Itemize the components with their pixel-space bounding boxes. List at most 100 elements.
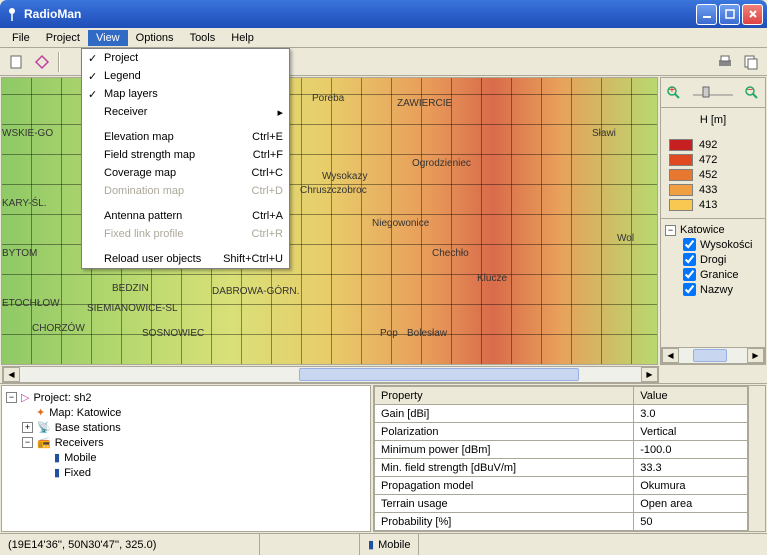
layer-checkbox[interactable] xyxy=(683,238,696,251)
layer-item[interactable]: Granice xyxy=(665,267,761,282)
scroll-right-icon[interactable]: ▶ xyxy=(641,367,658,382)
menu-view[interactable]: View xyxy=(88,30,128,46)
legend-swatch xyxy=(669,199,693,211)
property-name: Propagation model xyxy=(375,477,634,495)
dd-elevation[interactable]: Elevation mapCtrl+E xyxy=(82,128,289,146)
dd-legend[interactable]: ✓Legend xyxy=(82,67,289,85)
maximize-button[interactable] xyxy=(719,4,740,25)
check-icon: ✓ xyxy=(88,70,97,83)
prop-header-value[interactable]: Value xyxy=(634,387,748,405)
property-row[interactable]: Terrain usageOpen area xyxy=(375,495,748,513)
toolbar-print-icon[interactable] xyxy=(713,50,737,74)
title-bar: RadioMan xyxy=(0,0,767,28)
scroll-thumb[interactable] xyxy=(693,349,727,362)
property-name: Polarization xyxy=(375,423,634,441)
tree-base-stations[interactable]: + 📡 Base stations xyxy=(6,420,366,435)
antenna-icon: 📡 xyxy=(37,421,51,434)
layer-checkbox[interactable] xyxy=(683,268,696,281)
menu-project[interactable]: Project xyxy=(38,30,88,46)
dd-coverage-key: Ctrl+C xyxy=(252,167,283,179)
close-button[interactable] xyxy=(742,4,763,25)
status-receiver: ▮Mobile xyxy=(360,534,419,555)
tree-project-root[interactable]: −▷Project: sh2 xyxy=(6,390,366,405)
toolbar-new-icon[interactable] xyxy=(4,50,28,74)
tree-mobile[interactable]: ▮Mobile xyxy=(6,450,366,465)
collapse-icon[interactable]: − xyxy=(6,392,17,403)
scroll-thumb[interactable] xyxy=(299,368,578,381)
mobile-icon: ▮ xyxy=(54,451,60,464)
map-label: SIEMIANOWICE-SL xyxy=(87,303,178,314)
property-row[interactable]: PolarizationVertical xyxy=(375,423,748,441)
menu-bar: File Project View Options Tools Help xyxy=(0,28,767,48)
window-title: RadioMan xyxy=(24,7,694,21)
property-row[interactable]: Propagation modelOkumura xyxy=(375,477,748,495)
status-receiver-label: Mobile xyxy=(378,539,410,551)
project-icon: ▷ xyxy=(21,391,29,404)
dd-map-layers[interactable]: ✓Map layers xyxy=(82,85,289,103)
legend-swatch xyxy=(669,184,693,196)
map-label: ETOCHŁOW xyxy=(2,298,60,309)
property-value[interactable]: Vertical xyxy=(634,423,748,441)
property-value[interactable]: Okumura xyxy=(634,477,748,495)
tree-receivers[interactable]: −📻Receivers xyxy=(6,435,366,450)
collapse-icon[interactable]: − xyxy=(22,437,33,448)
map-label: Chruszczobroc xyxy=(300,185,367,196)
map-hscroll[interactable]: ◀ ▶ xyxy=(2,366,659,383)
property-value[interactable]: Open area xyxy=(634,495,748,513)
expand-icon[interactable]: + xyxy=(22,422,33,433)
legend-hscroll[interactable]: ◀ ▶ xyxy=(661,347,765,364)
menu-help[interactable]: Help xyxy=(223,30,262,46)
tree-basestations-label: Base stations xyxy=(55,422,121,434)
dd-coverage[interactable]: Coverage mapCtrl+C xyxy=(82,164,289,182)
map-label: ZAWIERCIE xyxy=(397,98,452,109)
property-value[interactable]: 3.0 xyxy=(634,405,748,423)
property-row[interactable]: Minimum power [dBm]-100.0 xyxy=(375,441,748,459)
layer-checkbox[interactable] xyxy=(683,283,696,296)
view-dropdown: ✓Project ✓Legend ✓Map layers Receiver▸ E… xyxy=(81,48,290,269)
property-value[interactable]: -100.0 xyxy=(634,441,748,459)
property-row[interactable]: Probability [%]50 xyxy=(375,513,748,531)
dd-separator xyxy=(84,124,287,125)
menu-file[interactable]: File xyxy=(4,30,38,46)
prop-vscroll[interactable] xyxy=(748,386,765,531)
zoom-in-icon[interactable]: + xyxy=(666,85,682,101)
dd-antenna-key: Ctrl+A xyxy=(252,210,283,222)
property-value[interactable]: 50 xyxy=(634,513,748,531)
tree-fixed[interactable]: ▮Fixed xyxy=(6,465,366,480)
menu-options[interactable]: Options xyxy=(128,30,182,46)
zoom-out-icon[interactable]: − xyxy=(744,85,760,101)
zoom-slider[interactable] xyxy=(693,83,733,102)
dd-maplayers-label: Map layers xyxy=(104,88,158,100)
toolbar-copy-icon[interactable] xyxy=(739,50,763,74)
dd-antenna[interactable]: Antenna patternCtrl+A xyxy=(82,207,289,225)
scroll-right-icon[interactable]: ▶ xyxy=(747,348,764,363)
tree-map-label: Map: Katowice xyxy=(49,407,121,419)
layer-checkbox[interactable] xyxy=(683,253,696,266)
fixed-icon: ▮ xyxy=(54,466,60,479)
dd-reload[interactable]: Reload user objectsShift+Ctrl+U xyxy=(82,250,289,268)
property-table: Property Value Gain [dBi]3.0Polarization… xyxy=(374,386,748,531)
property-value[interactable]: 33.3 xyxy=(634,459,748,477)
minimize-button[interactable] xyxy=(696,4,717,25)
layer-item[interactable]: Nazwy xyxy=(665,282,761,297)
map-label: SOSNOWIEC xyxy=(142,328,204,339)
prop-header-name[interactable]: Property xyxy=(375,387,634,405)
layer-item[interactable]: Wysokości xyxy=(665,237,761,252)
property-name: Probability [%] xyxy=(375,513,634,531)
toolbar-edit-icon[interactable] xyxy=(30,50,54,74)
scroll-left-icon[interactable]: ◀ xyxy=(3,367,20,382)
dd-field-strength[interactable]: Field strength mapCtrl+F xyxy=(82,146,289,164)
tree-map[interactable]: ✦Map: Katowice xyxy=(6,405,366,420)
zoom-controls: + − xyxy=(661,78,765,108)
layer-root[interactable]: − Katowice xyxy=(665,223,761,237)
property-row[interactable]: Gain [dBi]3.0 xyxy=(375,405,748,423)
dd-receiver[interactable]: Receiver▸ xyxy=(82,103,289,121)
map-label: Wol xyxy=(617,233,634,244)
project-tree: −▷Project: sh2 ✦Map: Katowice + 📡 Base sta… xyxy=(1,385,371,532)
scroll-left-icon[interactable]: ◀ xyxy=(662,348,679,363)
layer-item[interactable]: Drogi xyxy=(665,252,761,267)
dd-project[interactable]: ✓Project xyxy=(82,49,289,67)
menu-tools[interactable]: Tools xyxy=(182,30,224,46)
collapse-icon[interactable]: − xyxy=(665,225,676,236)
property-row[interactable]: Min. field strength [dBuV/m]33.3 xyxy=(375,459,748,477)
